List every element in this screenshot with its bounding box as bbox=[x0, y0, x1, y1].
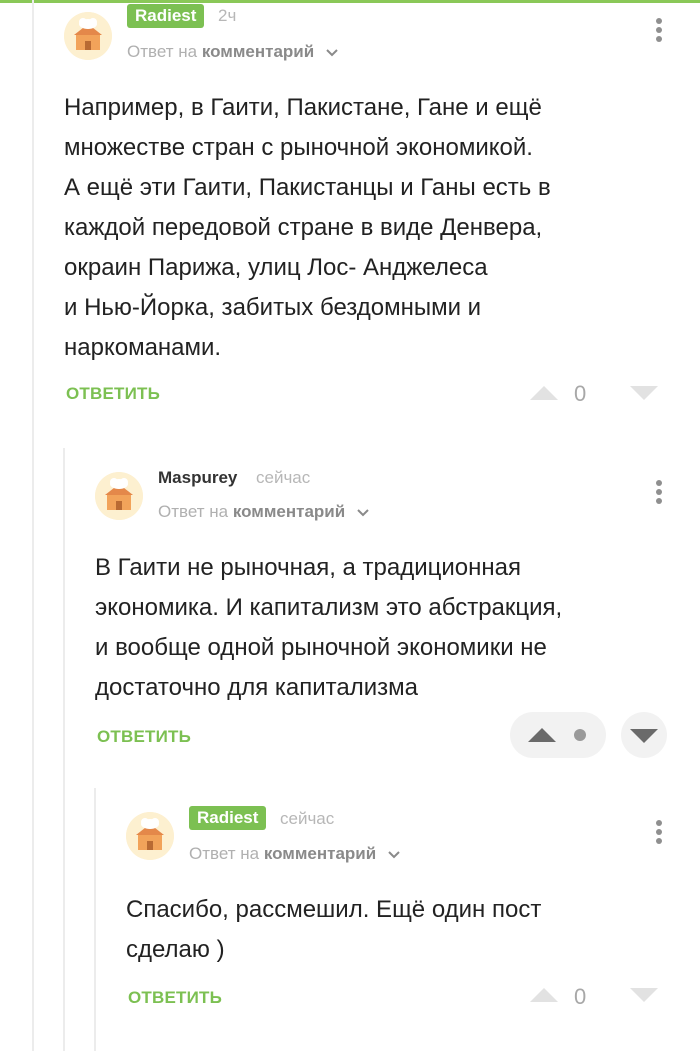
vote-score: 0 bbox=[574, 381, 587, 406]
reply-button[interactable]: ОТВЕТИТЬ bbox=[97, 727, 191, 747]
author-name[interactable]: Maspurey bbox=[158, 468, 237, 488]
kebab-menu-icon[interactable] bbox=[655, 480, 663, 507]
reply-to-prefix: Ответ на bbox=[158, 502, 229, 521]
reply-to-target: комментарий bbox=[201, 42, 315, 61]
kebab-menu-icon[interactable] bbox=[655, 18, 663, 45]
chevron-down-icon bbox=[356, 503, 370, 523]
reply-to-target: комментарий bbox=[263, 844, 377, 863]
chevron-down-icon bbox=[325, 43, 339, 63]
reply-button[interactable]: ОТВЕТИТЬ bbox=[66, 384, 160, 404]
comment: Radiest 2ч Ответ на комментарий Например… bbox=[0, 0, 700, 420]
reply-to-link[interactable]: Ответ на комментарий bbox=[158, 502, 370, 523]
comment-text: В Гаити не рыночная, а традиционная экон… bbox=[95, 554, 563, 701]
reply-to-link[interactable]: Ответ на комментарий bbox=[189, 844, 401, 865]
avatar[interactable] bbox=[126, 812, 174, 860]
comment-text: Спасибо, рассмешил. Ещё один пост сделаю… bbox=[126, 896, 542, 963]
vote-up-pill[interactable] bbox=[510, 712, 606, 758]
avatar[interactable] bbox=[95, 472, 143, 520]
bakery-house-avatar-icon bbox=[64, 12, 112, 60]
comment: Radiest сейчас Ответ на комментарий Спас… bbox=[0, 788, 700, 1051]
vote-score: 0 bbox=[574, 984, 587, 1009]
chevron-down-icon bbox=[387, 845, 401, 865]
reply-button[interactable]: ОТВЕТИТЬ bbox=[128, 988, 222, 1008]
author-badge[interactable]: Radiest bbox=[189, 806, 267, 830]
upvote-arrow-icon[interactable] bbox=[528, 728, 556, 742]
bakery-house-avatar-icon bbox=[126, 812, 174, 860]
upvote-arrow-icon[interactable] bbox=[530, 386, 558, 400]
comment: Maspurey сейчас Ответ на комментарий В Г… bbox=[0, 448, 700, 788]
comment-time: сейчас bbox=[256, 468, 311, 487]
comment-text: Например, в Гаити, Пакистане, Гане и ещё… bbox=[64, 94, 551, 361]
author-badge[interactable]: Radiest bbox=[127, 4, 205, 28]
reply-to-prefix: Ответ на bbox=[127, 42, 198, 61]
reply-to-link[interactable]: Ответ на комментарий bbox=[127, 42, 339, 63]
comment-time: сейчас bbox=[280, 809, 335, 828]
avatar[interactable] bbox=[64, 12, 112, 60]
vote-pending-dot bbox=[574, 729, 586, 741]
reply-to-target: комментарий bbox=[232, 502, 346, 521]
downvote-arrow-icon[interactable] bbox=[630, 988, 658, 1002]
comment-time: 2ч bbox=[218, 6, 237, 25]
downvote-arrow-icon[interactable] bbox=[630, 386, 658, 400]
upvote-arrow-icon[interactable] bbox=[530, 988, 558, 1002]
downvote-arrow-icon[interactable] bbox=[630, 729, 658, 743]
kebab-menu-icon[interactable] bbox=[655, 820, 663, 847]
vote-down-pill[interactable] bbox=[621, 712, 667, 758]
reply-to-prefix: Ответ на bbox=[189, 844, 260, 863]
bakery-house-avatar-icon bbox=[95, 472, 143, 520]
